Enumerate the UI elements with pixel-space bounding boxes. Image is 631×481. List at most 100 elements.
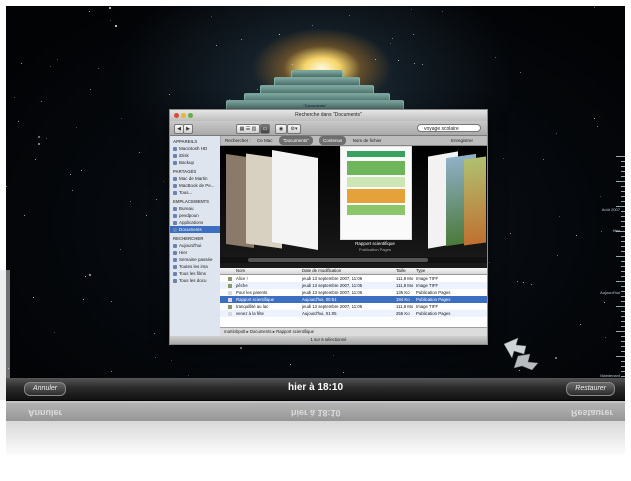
star bbox=[80, 170, 82, 172]
column-header-name[interactable]: Nom bbox=[236, 268, 245, 274]
sidebar-item[interactable]: Tous... bbox=[170, 189, 220, 196]
cell-name: pêche bbox=[236, 283, 248, 288]
cell-date: jeudi 13 septembre 2007, 11:06 bbox=[302, 276, 363, 281]
timeline-label[interactable]: Hier bbox=[613, 228, 620, 233]
sidebar-item[interactable]: Bureau bbox=[170, 205, 220, 212]
cell-size: 136 Ko bbox=[396, 290, 410, 295]
scope-filename[interactable]: Nom de fichier bbox=[353, 136, 382, 145]
scrollbar-thumb[interactable] bbox=[248, 258, 428, 262]
table-row[interactable]: pêche jeudi 13 septembre 2007, 11:05 111,8… bbox=[220, 282, 487, 289]
table-row[interactable]: venez à la fête Aujourd'hui, 01:05 256 Ko P… bbox=[220, 310, 487, 317]
path-item[interactable]: Rapport scientifique bbox=[276, 329, 314, 334]
cell-type: Image TIFF bbox=[416, 276, 439, 281]
star bbox=[332, 354, 334, 356]
sidebar-item[interactable]: Toutes les ima bbox=[170, 263, 220, 270]
sidebar-item-label: Tous les docu bbox=[179, 278, 207, 283]
star bbox=[523, 282, 524, 284]
timeline-label[interactable]: Aujourd'hui bbox=[600, 290, 620, 295]
star bbox=[397, 60, 399, 62]
forward-in-time-arrow[interactable] bbox=[513, 353, 539, 371]
sidebar-item[interactable]: iDisk bbox=[170, 152, 220, 159]
minimize-button[interactable] bbox=[181, 113, 186, 118]
timeline[interactable]: Août 2007 Hier Aujourd'hui Maintenant bbox=[596, 156, 625, 386]
coverflow-item[interactable] bbox=[272, 149, 318, 251]
sidebar-item[interactable]: pevdpoun bbox=[170, 212, 220, 219]
star bbox=[557, 254, 559, 256]
sidebar-item[interactable]: Semaine passée bbox=[170, 256, 220, 263]
cell-name: Alice ! bbox=[236, 276, 248, 281]
star bbox=[153, 333, 155, 335]
scope-this-mac[interactable]: Ce Mac bbox=[257, 136, 273, 145]
coverflow-scrollbar[interactable] bbox=[220, 257, 487, 263]
search-scope-label: Rechercher : bbox=[225, 138, 251, 143]
star bbox=[139, 151, 141, 153]
timeline-tick bbox=[616, 356, 625, 357]
restore-button[interactable]: Restaurer bbox=[566, 382, 615, 396]
cell-type: Publication Pages bbox=[416, 311, 451, 316]
cell-name: venez à la fête bbox=[236, 311, 264, 316]
coverflow-item[interactable] bbox=[464, 156, 486, 246]
folder-icon bbox=[173, 227, 177, 232]
scope-contents[interactable]: Contenus bbox=[319, 136, 347, 145]
timeline-tick bbox=[621, 346, 625, 347]
star bbox=[37, 136, 40, 139]
sidebar-item-label: Tous... bbox=[179, 190, 193, 195]
action-gear-icon[interactable]: ⚙▾ bbox=[287, 124, 301, 134]
star bbox=[256, 88, 258, 90]
table-row[interactable]: Rapport scientifique Aujourd'hui, 00:51 18… bbox=[220, 296, 487, 303]
coverflow-area[interactable]: Rapport scientifique Publication Pages bbox=[220, 146, 487, 268]
column-header-date[interactable]: Date de modification bbox=[302, 268, 341, 274]
column-header-size[interactable]: Taille bbox=[396, 268, 406, 274]
quicklook-eye-icon[interactable]: ◉ bbox=[275, 124, 287, 134]
close-button[interactable] bbox=[174, 113, 179, 118]
star bbox=[519, 72, 521, 73]
star bbox=[38, 142, 41, 145]
scope-documents[interactable]: "Documents" bbox=[278, 136, 313, 145]
table-row[interactable]: Alice ! jeudi 13 septembre 2007, 11:06 111… bbox=[220, 275, 487, 282]
timeline-label[interactable]: Août 2007 bbox=[602, 207, 620, 212]
path-item[interactable]: martinbpolt bbox=[224, 329, 245, 334]
sidebar-item[interactable]: Macintosh HD bbox=[170, 145, 220, 152]
search-input[interactable]: voyage scolaire bbox=[417, 124, 481, 132]
coverflow-selected-document[interactable] bbox=[340, 146, 412, 240]
save-search-button[interactable]: Enregistrer bbox=[451, 136, 473, 145]
file-list: Nom Date de modification Taille Type Ali… bbox=[220, 268, 487, 332]
time-navigation-arrows[interactable] bbox=[496, 336, 540, 372]
timeline-tick bbox=[621, 296, 625, 297]
sidebar-item-label: Aujourd'hui bbox=[179, 243, 202, 248]
star bbox=[83, 299, 85, 301]
cell-type: Publication Pages bbox=[416, 297, 451, 302]
sidebar-item[interactable]: Tous les docu bbox=[170, 277, 220, 284]
sidebar-item[interactable]: MacBook de Pe... bbox=[170, 182, 220, 189]
sidebar-item-label: Hier bbox=[179, 250, 188, 255]
zoom-button[interactable] bbox=[188, 113, 193, 118]
star bbox=[349, 14, 351, 16]
sidebar-item[interactable]: Documents bbox=[170, 226, 220, 233]
sidebar-item[interactable]: Applications bbox=[170, 219, 220, 226]
forward-button[interactable]: ▶ bbox=[183, 124, 193, 134]
path-item[interactable]: Documents bbox=[250, 329, 272, 334]
sidebar-item[interactable]: Backup bbox=[170, 159, 220, 166]
view-mode-buttons[interactable]: ▦ ☰ ▥ bbox=[236, 124, 260, 134]
sidebar-item[interactable]: Aujourd'hui bbox=[170, 242, 220, 249]
timeline-tick bbox=[621, 186, 625, 187]
file-icon bbox=[228, 276, 232, 281]
timeline-tick bbox=[621, 326, 625, 327]
star bbox=[49, 65, 51, 67]
coverflow-view-button[interactable]: ▭ bbox=[260, 124, 270, 134]
timeline-tick bbox=[621, 361, 625, 362]
sidebar-item[interactable]: Hier bbox=[170, 249, 220, 256]
finder-window[interactable]: Recherche dans "Documents" ◀ ▶ ▦ ☰ ▥ ▭ ◉… bbox=[169, 109, 488, 345]
star bbox=[75, 127, 77, 129]
sidebar-item[interactable]: Mac de Martin bbox=[170, 175, 220, 182]
sidebar-item[interactable]: Tous les films bbox=[170, 270, 220, 277]
timeline-tick bbox=[621, 366, 625, 367]
timeline-tick bbox=[621, 251, 625, 252]
table-row[interactable]: Pour les parents jeudi 13 septembre 2007,… bbox=[220, 289, 487, 296]
table-row[interactable]: tranquillité au lac jeudi 13 septembre 20… bbox=[220, 303, 487, 310]
column-header-type[interactable]: Type bbox=[416, 268, 425, 274]
timeline-tick bbox=[621, 286, 625, 287]
timeline-tick bbox=[616, 181, 625, 182]
star bbox=[14, 96, 16, 98]
sidebar-item-label: Bureau bbox=[179, 206, 194, 211]
